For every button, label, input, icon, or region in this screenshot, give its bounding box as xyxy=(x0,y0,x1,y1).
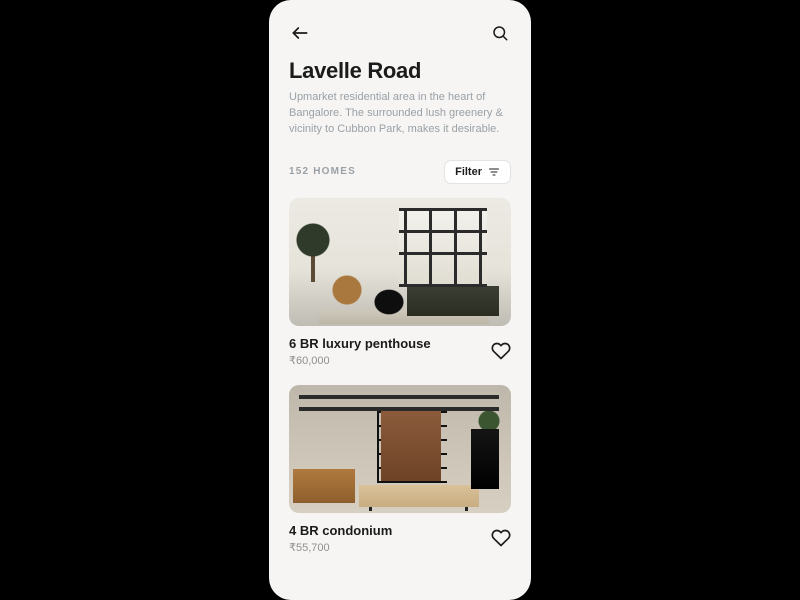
listing-image xyxy=(289,385,511,513)
listing-price: ₹60,000 xyxy=(289,354,431,367)
homes-count: 152 HOMES xyxy=(289,166,356,177)
top-bar xyxy=(269,0,531,54)
listing-title: 6 BR luxury penthouse xyxy=(289,336,431,351)
page-subtitle: Upmarket residential area in the heart o… xyxy=(289,90,509,138)
favorite-button[interactable] xyxy=(491,341,511,361)
page-title: Lavelle Road xyxy=(289,58,511,84)
filter-button-label: Filter xyxy=(455,166,482,178)
listing-price: ₹55,700 xyxy=(289,541,392,554)
search-icon xyxy=(491,24,509,42)
listing-list: 6 BR luxury penthouse ₹60,000 4 BR condo… xyxy=(269,192,531,554)
listing-image xyxy=(289,198,511,326)
heart-icon xyxy=(491,528,511,548)
listing-title: 4 BR condonium xyxy=(289,523,392,538)
title-block: Lavelle Road Upmarket residential area i… xyxy=(269,58,531,142)
filter-button[interactable]: Filter xyxy=(444,160,511,184)
heart-icon xyxy=(491,341,511,361)
back-button[interactable] xyxy=(289,22,311,44)
listing-screen: Lavelle Road Upmarket residential area i… xyxy=(269,0,531,600)
sliders-icon xyxy=(488,166,500,178)
arrow-left-icon xyxy=(290,23,310,43)
listing-card[interactable]: 4 BR condonium ₹55,700 xyxy=(289,385,511,554)
listing-card[interactable]: 6 BR luxury penthouse ₹60,000 xyxy=(289,198,511,367)
favorite-button[interactable] xyxy=(491,528,511,548)
search-button[interactable] xyxy=(489,22,511,44)
meta-row: 152 HOMES Filter xyxy=(269,142,531,192)
